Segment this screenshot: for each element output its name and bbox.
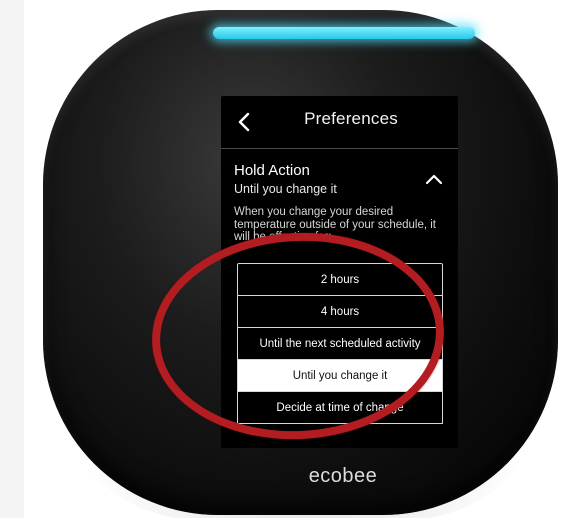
hold-action-title: Hold Action	[234, 162, 310, 179]
chevron-up-icon	[425, 174, 443, 185]
page-title: Preferences	[304, 109, 398, 128]
collapse-section-button[interactable]	[421, 168, 447, 190]
chevron-left-icon	[238, 112, 250, 132]
back-button[interactable]	[231, 108, 257, 136]
hold-action-current-value: Until you change it	[234, 182, 337, 196]
screen-header: Preferences	[221, 96, 458, 149]
status-led-bar	[213, 27, 475, 39]
brand-logo: ecobee	[308, 465, 378, 487]
photo-stage: Preferences Hold Action Until you change…	[0, 0, 585, 518]
